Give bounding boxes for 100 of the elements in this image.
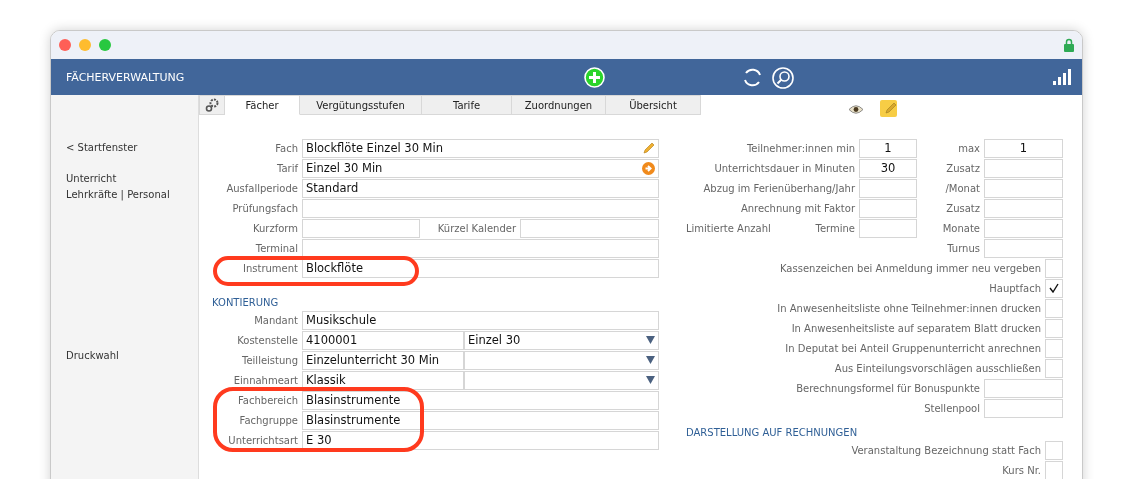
tab[interactable]: Tarife <box>422 95 512 115</box>
add-icon[interactable] <box>584 67 605 88</box>
text-field[interactable]: Klassik <box>302 370 464 390</box>
arrow-right-icon[interactable] <box>642 161 655 175</box>
sidebar-link[interactable]: Druckwahl <box>66 350 198 361</box>
note-icon[interactable] <box>880 100 897 117</box>
number-field[interactable] <box>984 198 1063 218</box>
zoom-button[interactable] <box>99 39 111 51</box>
checkbox-label: In Deputat bei Anteil Gruppenunterricht anrechnen <box>785 342 1041 354</box>
text-field[interactable] <box>984 378 1063 398</box>
text-field[interactable] <box>302 198 659 218</box>
section-heading: DARSTELLUNG AUF RECHNUNGEN <box>686 426 859 440</box>
checkbox[interactable] <box>1045 298 1063 318</box>
field-label: Kürzel Kalender <box>436 222 516 234</box>
text-field[interactable]: Blockflöte Einzel 30 Min <box>302 138 659 158</box>
number-field[interactable] <box>984 218 1063 238</box>
number-field[interactable] <box>859 218 917 238</box>
number-field[interactable]: 30 <box>859 158 917 178</box>
eye-icon[interactable] <box>849 105 863 114</box>
field-label: Zusatz <box>945 162 980 174</box>
dropdown-arrow-icon[interactable] <box>646 336 655 344</box>
text-field[interactable]: Einzelunterricht 30 Min <box>302 350 464 370</box>
field-label: Unterrichtsart <box>227 434 298 446</box>
checkbox[interactable] <box>1045 278 1063 298</box>
checkbox[interactable] <box>1045 338 1063 358</box>
checkbox[interactable] <box>1045 358 1063 378</box>
checkbox-label: Kassenzeichen bei Anmeldung immer neu vergeben <box>780 262 1041 274</box>
field-label: Limitierte Anzahl <box>686 222 771 234</box>
text-field[interactable]: Blasinstrumente <box>302 410 659 430</box>
checkbox-label: Aus Einteilungsvorschlägen ausschließen <box>834 362 1041 374</box>
text-field[interactable]: Standard <box>302 178 659 198</box>
number-field[interactable] <box>859 178 917 198</box>
field-label: Mandant <box>253 314 298 326</box>
field-label: Turnus <box>947 242 980 254</box>
checkbox-label: Hauptfach <box>989 282 1041 294</box>
field-label: Einnahmeart <box>232 374 298 386</box>
search-icon[interactable] <box>772 67 794 89</box>
checkbox-label: In Anwesenheitsliste auf separatem Blatt drucken <box>791 322 1041 334</box>
field-label: Anrechnung mit Faktor <box>739 202 855 214</box>
field-label: Monate <box>941 222 980 234</box>
tab[interactable]: Übersicht <box>606 95 701 115</box>
dropdown-field[interactable] <box>464 370 659 390</box>
text-field[interactable]: Einzel 30 Min <box>302 158 659 178</box>
number-field[interactable] <box>984 158 1063 178</box>
number-field[interactable]: 1 <box>984 138 1063 158</box>
field-label: max <box>957 142 980 154</box>
field-label: Kurzform <box>251 222 298 234</box>
close-button[interactable] <box>59 39 71 51</box>
number-field[interactable] <box>859 198 917 218</box>
text-field[interactable]: Musikschule <box>302 310 659 330</box>
number-field[interactable] <box>984 178 1063 198</box>
field-label: Tarif <box>276 162 298 174</box>
field-label: Terminal <box>254 242 298 254</box>
checkbox-label: Kurs Nr. <box>1002 464 1041 476</box>
field-label: Termine <box>815 222 855 234</box>
field-label: Kostenstelle <box>236 334 298 346</box>
field-label: Abzug im Ferienüberhang/Jahr <box>702 182 855 194</box>
checkbox-label: Veranstaltung Bezeichnung statt Fach <box>851 444 1041 456</box>
dropdown-field[interactable] <box>464 350 659 370</box>
number-field[interactable]: 1 <box>859 138 917 158</box>
checkbox[interactable] <box>1045 258 1063 278</box>
field-label: Prüfungsfach <box>231 202 298 214</box>
text-field[interactable]: Blockflöte <box>302 258 659 278</box>
gears-icon <box>205 98 219 112</box>
checkbox[interactable] <box>1045 460 1063 479</box>
field-label: Teilnehmer:innen min <box>745 142 855 154</box>
text-field[interactable]: Blasinstrumente <box>302 390 659 410</box>
tab[interactable]: Fächer <box>225 95 300 115</box>
dropdown-arrow-icon[interactable] <box>646 376 655 384</box>
text-field[interactable]: E 30 <box>302 430 659 450</box>
refresh-icon[interactable] <box>742 67 763 88</box>
signal-bars-icon <box>1053 69 1071 85</box>
tab[interactable]: Zuordnungen <box>512 95 606 115</box>
section-heading: KONTIERUNG <box>211 296 280 310</box>
text-field[interactable] <box>302 238 659 258</box>
check-icon <box>1049 283 1059 293</box>
field-label: /Monat <box>944 182 980 194</box>
checkbox[interactable] <box>1045 318 1063 338</box>
sidebar-link[interactable]: Lehrkräfte | Personal <box>66 189 198 200</box>
dropdown-arrow-icon[interactable] <box>646 356 655 364</box>
settings-tab[interactable] <box>199 95 225 115</box>
text-field[interactable] <box>984 398 1063 418</box>
minimize-button[interactable] <box>79 39 91 51</box>
dropdown-field[interactable]: Einzel 30 <box>464 330 659 350</box>
sidebar-link[interactable]: < Startfenster <box>66 142 198 153</box>
text-field[interactable]: 4100001 <box>302 330 464 350</box>
field-label: Teilleistung <box>241 354 298 366</box>
field-label: Stellenpool <box>924 402 980 414</box>
sidebar-link[interactable]: Unterricht <box>66 173 198 184</box>
text-field[interactable] <box>984 238 1063 258</box>
checkbox[interactable] <box>1045 440 1063 460</box>
text-field[interactable] <box>302 218 420 238</box>
text-field[interactable] <box>520 218 659 238</box>
pencil-icon[interactable] <box>642 141 655 155</box>
field-label: Fachbereich <box>237 394 298 406</box>
field-label: Ausfallperiode <box>225 182 298 194</box>
tab[interactable]: Vergütungsstufen <box>300 95 422 115</box>
field-label: Berechnungsformel für Bonuspunkte <box>796 382 980 394</box>
checkbox-label: In Anwesenheitsliste ohne Teilnehmer:innen drucken <box>777 302 1041 314</box>
field-label: Fachgruppe <box>238 414 298 426</box>
